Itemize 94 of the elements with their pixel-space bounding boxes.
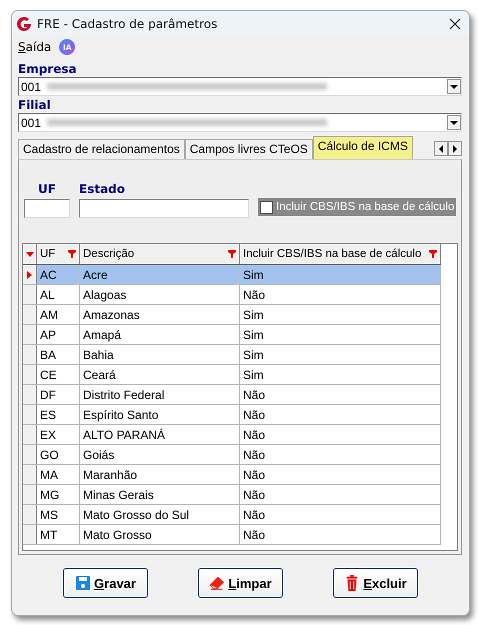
table-cell: Goiás — [80, 445, 240, 464]
row-indicator[interactable] — [23, 445, 37, 464]
row-indicator[interactable] — [23, 385, 37, 404]
table-cell: AP — [37, 325, 80, 344]
table-cell: Não — [240, 505, 441, 524]
dropdown-button[interactable] — [447, 79, 461, 94]
table-cell: Não — [240, 385, 441, 404]
sort-indicator-icon — [26, 252, 34, 256]
row-indicator[interactable] — [23, 345, 37, 364]
window-title: FRE - Cadastro de parâmetros — [37, 16, 218, 30]
include-checkbox[interactable]: Incluir CBS/IBS na base de cálculo — [258, 198, 456, 216]
filter-icon[interactable] — [68, 250, 76, 258]
table-cell: Não — [240, 405, 441, 424]
app-logo-icon — [16, 16, 32, 32]
caret-icon — [450, 120, 458, 124]
close-icon[interactable] — [449, 18, 461, 30]
current-row-icon — [27, 270, 32, 278]
column-header[interactable]: Incluir CBS/IBS na base de cálculo — [240, 244, 441, 264]
table-cell: BA — [37, 345, 80, 364]
table-cell: Mato Grosso do Sul — [80, 505, 240, 524]
row-indicator[interactable] — [23, 425, 37, 444]
table-cell: DF — [37, 385, 80, 404]
table-cell: Não — [240, 525, 441, 544]
row-indicator[interactable] — [23, 485, 37, 504]
table-cell: Não — [240, 465, 441, 484]
table-cell: ALTO PARANÁ — [80, 425, 240, 444]
filter-icon[interactable] — [429, 250, 437, 258]
table-cell: Amapá — [80, 325, 240, 344]
left-arrow-icon — [439, 144, 443, 152]
table-cell: Alagoas — [80, 285, 240, 304]
table-cell: Mato Grosso — [80, 525, 240, 544]
uf-input[interactable] — [24, 199, 70, 218]
right-arrow-icon — [453, 144, 457, 152]
table-cell: AM — [37, 305, 80, 324]
row-indicator[interactable] — [23, 525, 37, 544]
filter-icon[interactable] — [228, 250, 236, 258]
field-label: Filial — [18, 98, 52, 113]
trash-icon — [344, 575, 360, 591]
row-indicator[interactable] — [23, 265, 37, 284]
table-cell: Sim — [240, 345, 441, 364]
row-indicator[interactable] — [23, 325, 37, 344]
table-cell: Não — [240, 425, 441, 444]
table-cell: AL — [37, 285, 80, 304]
tab[interactable]: Cadastro de relacionamentos — [18, 139, 185, 159]
tab[interactable]: Cálculo de ICMS — [312, 136, 413, 159]
table-cell: Distrito Federal — [80, 385, 240, 404]
menu-item[interactable]: Saída — [18, 40, 52, 54]
row-indicator[interactable] — [23, 365, 37, 384]
table-cell: CE — [37, 365, 80, 384]
table-cell: Não — [240, 285, 441, 304]
table-cell: Minas Gerais — [80, 485, 240, 504]
row-indicator[interactable] — [23, 465, 37, 484]
row-indicator[interactable] — [23, 305, 37, 324]
table-cell: Não — [240, 485, 441, 504]
table-cell: Maranhão — [80, 465, 240, 484]
table-cell: EX — [37, 425, 80, 444]
table-cell: AC — [37, 265, 80, 284]
table-cell: ES — [37, 405, 80, 424]
estado-input[interactable] — [79, 199, 249, 218]
dropdown-button[interactable] — [447, 115, 461, 130]
table-cell: MS — [37, 505, 80, 524]
delete-button[interactable]: Excluir — [333, 568, 418, 598]
column-header[interactable]: Descrição — [80, 244, 240, 264]
tab[interactable]: Campos livres CTeOS — [184, 139, 313, 159]
save-button[interactable]: Gravar — [63, 568, 148, 598]
table-cell: Bahia — [80, 345, 240, 364]
eraser-icon — [209, 575, 226, 591]
row-indicator[interactable] — [23, 505, 37, 524]
caret-icon — [450, 84, 458, 88]
empresa-combo[interactable]: 001 — [18, 77, 462, 96]
scroll-right-button[interactable] — [448, 141, 462, 156]
field-label: Empresa — [18, 62, 78, 77]
row-indicator[interactable] — [23, 405, 37, 424]
table-cell: Sim — [240, 365, 441, 384]
table-cell: MA — [37, 465, 80, 484]
table-cell: Espírito Santo — [80, 405, 240, 424]
table-cell: MT — [37, 525, 80, 544]
table-cell: MG — [37, 485, 80, 504]
row-indicator[interactable] — [23, 285, 37, 304]
filial-combo[interactable]: 001 — [18, 113, 462, 132]
table-cell: Ceará — [80, 365, 240, 384]
table-cell: GO — [37, 445, 80, 464]
clear-button[interactable]: Limpar — [198, 568, 283, 598]
column-header[interactable]: UF — [37, 244, 80, 264]
table-cell: Sim — [240, 265, 441, 284]
table-cell: Amazonas — [80, 305, 240, 324]
table-cell: Sim — [240, 325, 441, 344]
field-label: Estado — [79, 182, 126, 197]
selected-row[interactable]: AC Acre Sim — [23, 265, 441, 285]
table-cell: Acre — [80, 265, 240, 284]
field-label: UF — [37, 182, 57, 197]
scroll-left-button[interactable] — [434, 141, 448, 156]
table-cell: Não — [240, 445, 441, 464]
table-cell: Sim — [240, 305, 441, 324]
